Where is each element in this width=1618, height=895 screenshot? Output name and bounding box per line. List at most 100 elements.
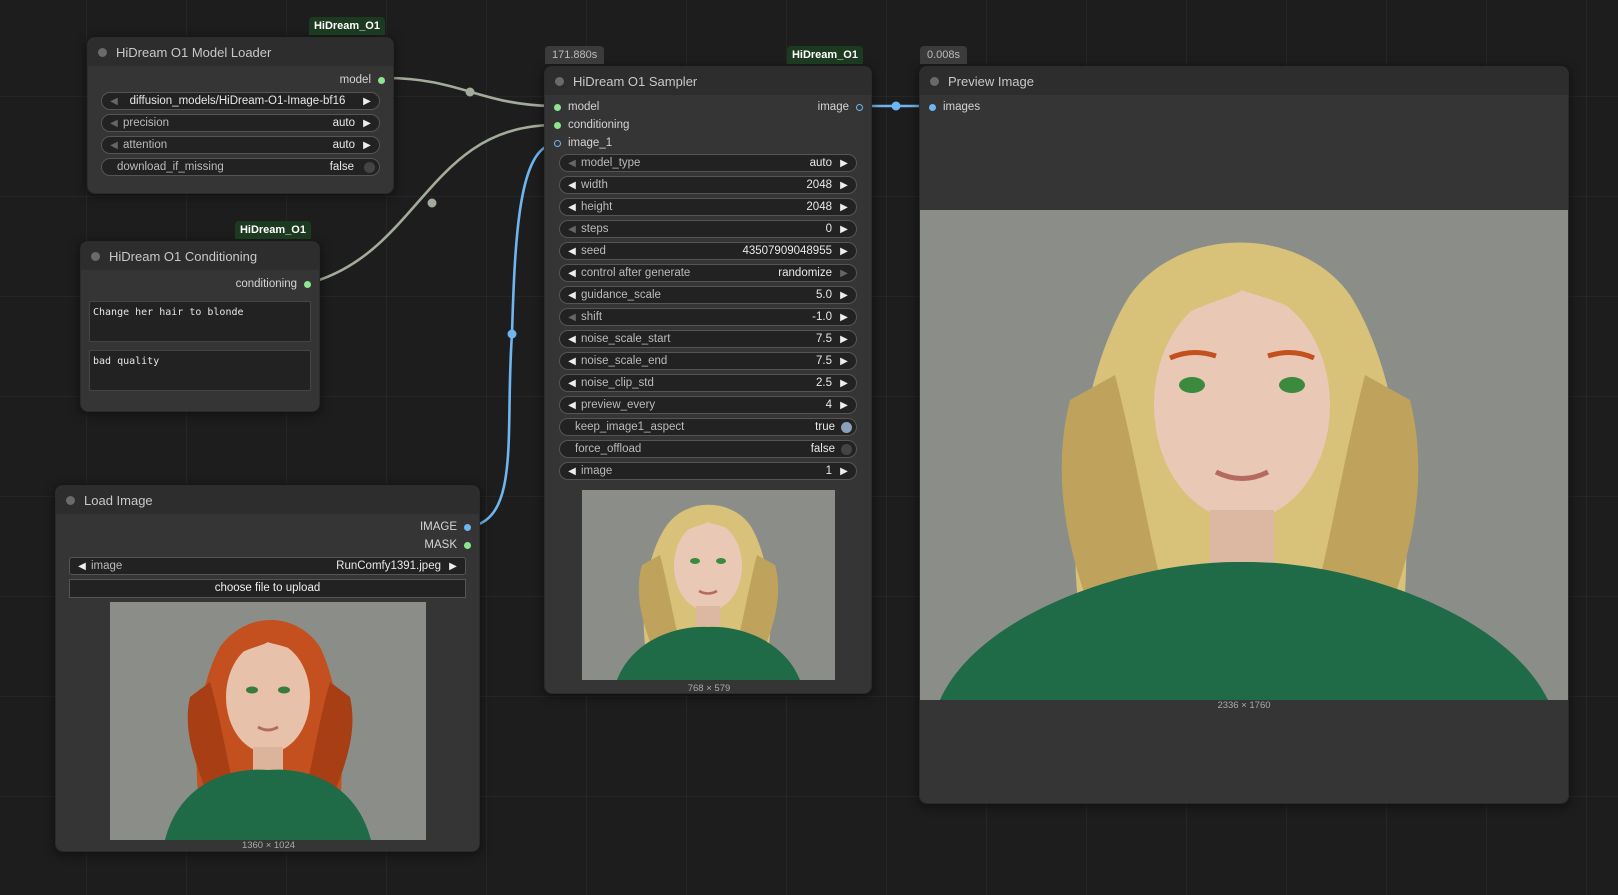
output-image[interactable]: IMAGE <box>420 518 471 536</box>
arrow-right-icon[interactable]: ▶ <box>838 158 850 169</box>
arrow-right-icon[interactable]: ▶ <box>447 561 459 572</box>
input-image-thumbnail <box>110 602 426 840</box>
wire-model-midpoint <box>465 87 475 97</box>
arrow-left-icon[interactable]: ◀ <box>108 96 120 107</box>
arrow-left-icon[interactable]: ◀ <box>566 356 578 367</box>
model-type-combo[interactable]: ◀ model_type auto ▶ <box>559 154 857 172</box>
output-dot-icon[interactable] <box>856 103 863 111</box>
arrow-left-icon[interactable]: ◀ <box>108 118 120 129</box>
image-file-combo[interactable]: ◀ image RunComfy1391.jpeg ▶ <box>69 557 466 575</box>
steps-number[interactable]: ◀ steps 0 ▶ <box>559 220 857 238</box>
guidance-scale-number[interactable]: ◀ guidance_scale 5.0 ▶ <box>559 286 857 304</box>
image-number[interactable]: ◀ image 1 ▶ <box>559 462 857 480</box>
arrow-left-icon[interactable]: ◀ <box>566 290 578 301</box>
load-image-node[interactable]: Load Image IMAGE MASK ◀ image RunComfy13… <box>55 485 480 852</box>
arrow-right-icon[interactable]: ▶ <box>838 312 850 323</box>
output-model[interactable]: model <box>340 71 385 89</box>
output-mask[interactable]: MASK <box>424 536 471 554</box>
input-dot-icon[interactable] <box>554 103 561 111</box>
arrow-right-icon[interactable]: ▶ <box>838 356 850 367</box>
arrow-right-icon[interactable]: ▶ <box>361 140 373 151</box>
arrow-left-icon[interactable]: ◀ <box>566 180 578 191</box>
input-dot-icon[interactable] <box>554 121 561 129</box>
preview-image-node[interactable]: 0.008s Preview Image images 2336 × 1760 <box>919 46 1569 804</box>
output-dot-icon[interactable] <box>304 280 311 288</box>
arrow-right-icon[interactable]: ▶ <box>361 118 373 129</box>
arrow-right-icon[interactable]: ▶ <box>838 400 850 411</box>
conditioning-node[interactable]: HiDream_O1 HiDream O1 Conditioning condi… <box>80 221 320 412</box>
input-image-1[interactable]: image_1 <box>554 134 612 152</box>
output-dot-icon[interactable] <box>464 523 471 531</box>
output-conditioning[interactable]: conditioning <box>236 275 311 293</box>
arrow-right-icon[interactable]: ▶ <box>838 224 850 235</box>
arrow-left-icon[interactable]: ◀ <box>108 140 120 151</box>
arrow-right-icon[interactable]: ▶ <box>838 268 850 279</box>
node-header[interactable]: HiDream O1 Sampler <box>545 67 871 95</box>
output-dot-icon[interactable] <box>378 76 385 84</box>
arrow-right-icon[interactable]: ▶ <box>838 180 850 191</box>
noise-clip-std-number[interactable]: ◀ noise_clip_std 2.5 ▶ <box>559 374 857 392</box>
slot-row: conditioning <box>545 116 871 134</box>
input-model[interactable]: model <box>554 98 599 116</box>
arrow-right-icon[interactable]: ▶ <box>838 246 850 257</box>
toggle-icon[interactable] <box>364 161 375 173</box>
negative-prompt-textarea[interactable]: bad quality <box>89 350 311 391</box>
choose-file-button[interactable]: choose file to upload <box>69 579 466 598</box>
positive-prompt-textarea[interactable]: Change her hair to blonde <box>89 301 311 342</box>
arrow-right-icon[interactable]: ▶ <box>838 290 850 301</box>
input-dot-icon[interactable] <box>929 103 936 111</box>
download-if-missing-toggle[interactable]: download_if_missing false <box>101 158 380 176</box>
noise-scale-start-number[interactable]: ◀ noise_scale_start 7.5 ▶ <box>559 330 857 348</box>
precision-combo[interactable]: ◀ precision auto ▶ <box>101 114 380 132</box>
node-header[interactable]: HiDream O1 Model Loader <box>88 38 393 66</box>
collapse-dot-icon[interactable] <box>98 47 107 57</box>
node-header[interactable]: Load Image <box>56 486 479 514</box>
node-header[interactable]: HiDream O1 Conditioning <box>81 242 319 270</box>
wire-model <box>385 76 554 108</box>
arrow-left-icon[interactable]: ◀ <box>76 561 88 572</box>
seed-number[interactable]: ◀ seed 43507909048955 ▶ <box>559 242 857 260</box>
input-conditioning[interactable]: conditioning <box>554 116 629 134</box>
input-dot-icon[interactable] <box>554 139 561 147</box>
collapse-dot-icon[interactable] <box>66 495 75 505</box>
arrow-left-icon[interactable]: ◀ <box>566 224 578 235</box>
output-image[interactable]: image <box>818 98 863 116</box>
preview-every-number[interactable]: ◀ preview_every 4 ▶ <box>559 396 857 414</box>
collapse-dot-icon[interactable] <box>91 251 100 261</box>
sampler-node[interactable]: 171.880s HiDream_O1 HiDream O1 Sampler m… <box>544 46 872 694</box>
toggle-icon[interactable] <box>841 421 852 433</box>
arrow-left-icon[interactable]: ◀ <box>566 158 578 169</box>
arrow-left-icon[interactable]: ◀ <box>566 378 578 389</box>
arrow-left-icon[interactable]: ◀ <box>566 466 578 477</box>
arrow-left-icon[interactable]: ◀ <box>566 312 578 323</box>
arrow-left-icon[interactable]: ◀ <box>566 246 578 257</box>
height-number[interactable]: ◀ height 2048 ▶ <box>559 198 857 216</box>
arrow-right-icon[interactable]: ▶ <box>838 466 850 477</box>
collapse-dot-icon[interactable] <box>930 76 939 86</box>
model-path-combo[interactable]: ◀ diffusion_models/HiDream-O1-Image-bf16… <box>101 92 380 110</box>
force-offload-toggle[interactable]: force_offload false <box>559 440 857 458</box>
output-dot-icon[interactable] <box>464 541 471 549</box>
attention-combo[interactable]: ◀ attention auto ▶ <box>101 136 380 154</box>
collapse-dot-icon[interactable] <box>555 76 564 86</box>
arrow-right-icon[interactable]: ▶ <box>838 202 850 213</box>
node-header[interactable]: Preview Image <box>920 67 1568 95</box>
arrow-right-icon[interactable]: ▶ <box>838 334 850 345</box>
width-number[interactable]: ◀ width 2048 ▶ <box>559 176 857 194</box>
image-dimensions: 2336 × 1760 <box>1217 700 1271 711</box>
arrow-left-icon[interactable]: ◀ <box>566 268 578 279</box>
arrow-left-icon[interactable]: ◀ <box>566 400 578 411</box>
shift-number[interactable]: ◀ shift -1.0 ▶ <box>559 308 857 326</box>
model-loader-node[interactable]: HiDream_O1 HiDream O1 Model Loader model… <box>87 17 394 194</box>
noise-scale-end-number[interactable]: ◀ noise_scale_end 7.5 ▶ <box>559 352 857 370</box>
arrow-right-icon[interactable]: ▶ <box>361 96 373 107</box>
input-images[interactable]: images <box>929 98 980 116</box>
control-after-generate-combo[interactable]: ◀ control after generate randomize ▶ <box>559 264 857 282</box>
arrow-left-icon[interactable]: ◀ <box>566 202 578 213</box>
toggle-icon[interactable] <box>841 443 852 455</box>
output-slot-row: IMAGE <box>56 518 479 536</box>
keep-image1-aspect-toggle[interactable]: keep_image1_aspect true <box>559 418 857 436</box>
node-title: HiDream O1 Sampler <box>573 73 698 89</box>
arrow-left-icon[interactable]: ◀ <box>566 334 578 345</box>
arrow-right-icon[interactable]: ▶ <box>838 378 850 389</box>
